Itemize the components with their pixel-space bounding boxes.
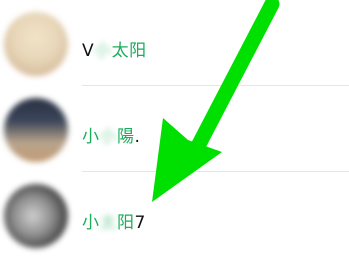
annotation-arrow-icon (152, 0, 280, 202)
arrow-shaft (188, 0, 280, 158)
